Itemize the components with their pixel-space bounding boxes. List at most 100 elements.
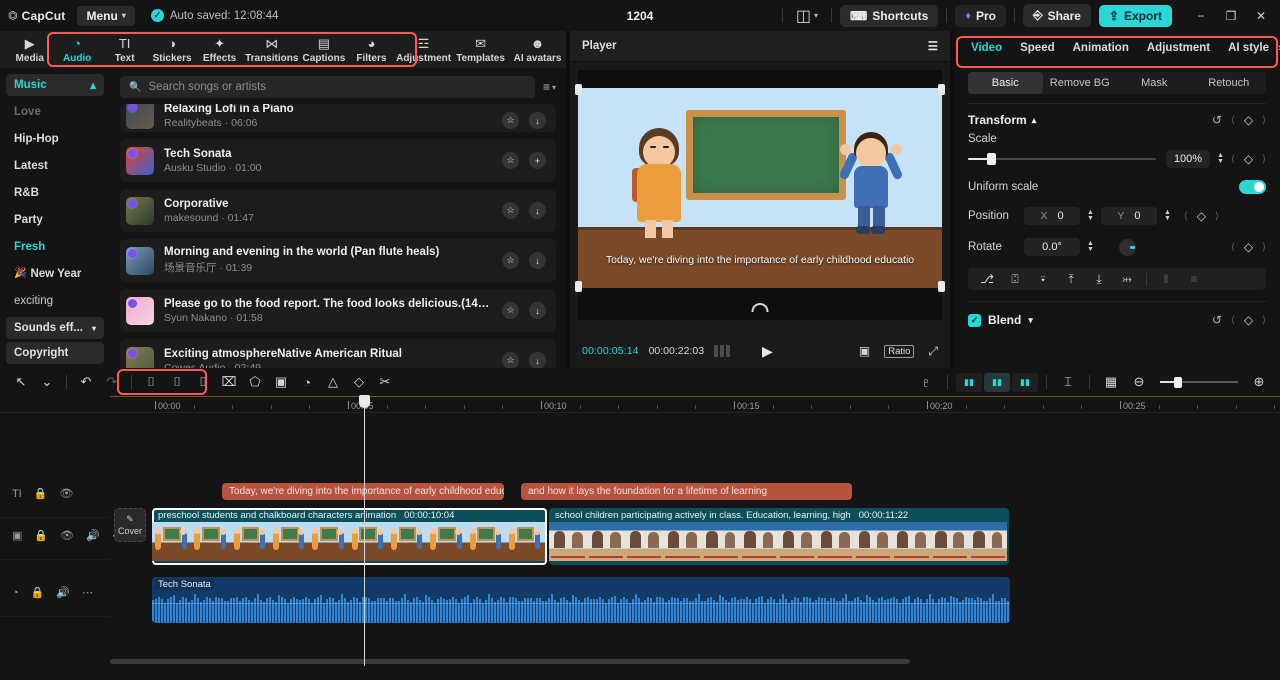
keyframe-prev-icon[interactable]: ⟨ — [1231, 115, 1235, 126]
position-x-stepper[interactable]: ▲ ▼ — [1087, 209, 1094, 222]
rotate-keyframe-controls[interactable]: ⟨ ◇ ⟩ — [1231, 240, 1266, 254]
redo-icon[interactable]: ↷ — [99, 371, 125, 393]
timeline-ruler[interactable]: 00:0000:0500:1000:1500:2000:25 — [0, 396, 1280, 413]
sidebar-chip-copyright[interactable]: Copyright — [6, 342, 104, 364]
record-icon[interactable]: ♇ — [913, 371, 939, 393]
track-head-icon-0[interactable]: ▣ — [12, 531, 22, 542]
export-button[interactable]: ⇪ Export — [1098, 4, 1172, 27]
align-bottom-icon[interactable]: ⤔ — [1114, 272, 1140, 287]
scale-value[interactable]: 100% — [1166, 150, 1211, 168]
align-middle-icon[interactable]: ⤓ — [1086, 272, 1112, 287]
fullscreen-icon[interactable]: ⤢ — [928, 344, 938, 359]
preview-icon[interactable]: ▦ — [1098, 371, 1124, 393]
download-icon[interactable]: ↓ — [529, 202, 546, 219]
blend-keyframe-controls[interactable]: ↺ ⟨ ◇ ⟩ — [1212, 313, 1266, 327]
keyframe-icon[interactable]: ◇ — [1244, 313, 1253, 327]
download-icon[interactable]: ↓ — [529, 302, 546, 319]
zoom-out-icon[interactable]: ⊖ — [1126, 371, 1152, 393]
caption-clip[interactable]: Today, we're diving into the importance … — [222, 483, 504, 500]
track-head-icon-1[interactable]: 🔒 — [34, 531, 48, 542]
track-head-icon-3[interactable]: ⋯ — [82, 588, 93, 599]
favorite-icon[interactable]: ☆ — [502, 252, 519, 269]
track-head-icon-1[interactable]: 🔒 — [31, 588, 45, 599]
reverse-icon[interactable]: ◔ — [294, 371, 320, 393]
tool-tab-media[interactable]: ▶ Media — [6, 31, 53, 68]
video-clip[interactable]: preschool students and chalkboard charac… — [152, 508, 547, 565]
sidebar-item-latest[interactable]: Latest — [0, 152, 110, 179]
auto-cut-center-icon[interactable]: ▮▮ — [984, 372, 1010, 392]
keyframe-next-icon[interactable]: ⟩ — [1262, 315, 1266, 326]
split-icon[interactable]: ⌷ — [138, 371, 164, 393]
download-icon[interactable]: ↓ — [529, 352, 546, 369]
keyframe-prev-icon[interactable]: ⟨ — [1231, 154, 1235, 165]
trim-left-icon[interactable]: ⌷ — [164, 371, 190, 393]
track-head-icon-3[interactable]: 🔊 — [86, 531, 100, 542]
inspector-tab-ai-style[interactable]: AI style — [1219, 42, 1278, 54]
download-icon[interactable]: ↓ — [529, 252, 546, 269]
tool-tab-transitions[interactable]: ⋈ Transitions — [243, 31, 300, 68]
sidebar-item-hip-hop[interactable]: Hip-Hop — [0, 125, 110, 152]
sidebar-item-love[interactable]: Love — [0, 98, 110, 125]
track-head-icon-0[interactable]: TI — [12, 489, 22, 500]
rotate-dial[interactable] — [1118, 238, 1136, 256]
sidebar-item-new-year[interactable]: 🎉 New Year — [0, 260, 110, 287]
keyframe-icon[interactable]: ◇ — [1244, 240, 1253, 254]
selection-handle-bl[interactable] — [575, 281, 582, 292]
video-canvas[interactable]: Today, we're diving into the importance … — [575, 70, 945, 320]
pro-button[interactable]: ♦ Pro — [955, 4, 1006, 27]
playhead[interactable] — [359, 395, 370, 666]
freeze-icon[interactable]: ⬠ — [242, 371, 268, 393]
search-input[interactable] — [148, 81, 526, 93]
transform-keyframe-controls[interactable]: ↺ ⟨ ◇ ⟩ — [1212, 113, 1266, 127]
tool-dropdown-icon[interactable]: ⌄ — [34, 371, 60, 393]
tool-tab-filters[interactable]: ◕ Filters — [348, 31, 395, 68]
sidebar-chip-sounds-eff-[interactable]: Sounds eff... ▾ — [6, 317, 104, 339]
inspector-segment-retouch[interactable]: Retouch — [1192, 72, 1267, 94]
align-top-icon[interactable]: ⤒ — [1058, 272, 1084, 287]
cover-button[interactable]: ✎ Cover — [114, 508, 146, 542]
rotate-stepper[interactable]: ▲ ▼ — [1087, 240, 1094, 253]
close-button[interactable]: ✕ — [1246, 2, 1276, 30]
reset-icon[interactable]: ↺ — [1212, 313, 1222, 327]
position-keyframe-controls[interactable]: ⟨ ◇ ⟩ — [1184, 209, 1219, 223]
timeline-zoom-slider[interactable] — [1160, 376, 1238, 388]
keyframe-next-icon[interactable]: ⟩ — [1262, 154, 1266, 165]
undo-icon[interactable]: ↶ — [73, 371, 99, 393]
search-box[interactable]: 🔍 — [120, 76, 535, 98]
distribute-v-icon[interactable]: ≡ — [1181, 272, 1207, 286]
keyframe-next-icon[interactable]: ⟩ — [1262, 242, 1266, 253]
tool-tab-audio[interactable]: ◔ Audio — [53, 31, 100, 68]
minimize-button[interactable]: − — [1186, 2, 1216, 30]
caption-clip[interactable]: and how it lays the foundation for a lif… — [521, 483, 852, 500]
fit-icon[interactable]: ▣ — [859, 344, 870, 358]
song-list-item[interactable]: Tech Sonata Ausku Studio · 01:00 ☆ + — [120, 139, 556, 182]
share-button[interactable]: ⎆ Share — [1022, 4, 1091, 27]
keyframe-prev-icon[interactable]: ⟨ — [1231, 242, 1235, 253]
snap-icon[interactable]: ⌶ — [1055, 371, 1081, 393]
tool-tab-captions[interactable]: ▤ Captions — [300, 31, 347, 68]
sidebar-item-fresh[interactable]: Fresh — [0, 233, 110, 260]
maximize-button[interactable]: ❐ — [1216, 2, 1246, 30]
play-icon[interactable]: ▶ — [762, 343, 773, 360]
tool-tab-stickers[interactable]: ◑ Stickers — [148, 31, 195, 68]
auto-cut-left-icon[interactable]: ▮▮ — [956, 372, 982, 392]
song-list-item[interactable]: Please go to the food report. The food l… — [120, 289, 556, 332]
tool-tab-ai-avatars[interactable]: ☻ AI avatars — [509, 31, 566, 68]
align-center-h-icon[interactable]: ⍠ — [1002, 272, 1028, 287]
keyframe-prev-icon[interactable]: ⟨ — [1231, 315, 1235, 326]
zoom-in-icon[interactable]: ⊕ — [1246, 371, 1272, 393]
keyframe-icon[interactable]: ◇ — [1197, 209, 1206, 223]
audio-clip[interactable]: Tech Sonata — [152, 577, 1010, 623]
crop-icon[interactable]: ✂ — [372, 371, 398, 393]
select-tool-icon[interactable]: ↖ — [8, 371, 34, 393]
track-head-icon-0[interactable]: ◔ — [12, 588, 19, 599]
track-head-icon-1[interactable]: 🔒 — [34, 489, 48, 500]
add-icon[interactable]: + — [529, 152, 546, 169]
position-y-field[interactable]: Y 0 — [1100, 207, 1157, 225]
selection-handle-tr[interactable] — [938, 84, 945, 95]
scale-stepper[interactable]: ▲ ▼ — [1217, 152, 1224, 165]
tool-tab-effects[interactable]: ✦ Effects — [196, 31, 243, 68]
transform-title-group[interactable]: Transform ▴ — [968, 113, 1036, 127]
scale-slider[interactable] — [968, 152, 1157, 166]
keyframe-next-icon[interactable]: ⟩ — [1262, 115, 1266, 126]
